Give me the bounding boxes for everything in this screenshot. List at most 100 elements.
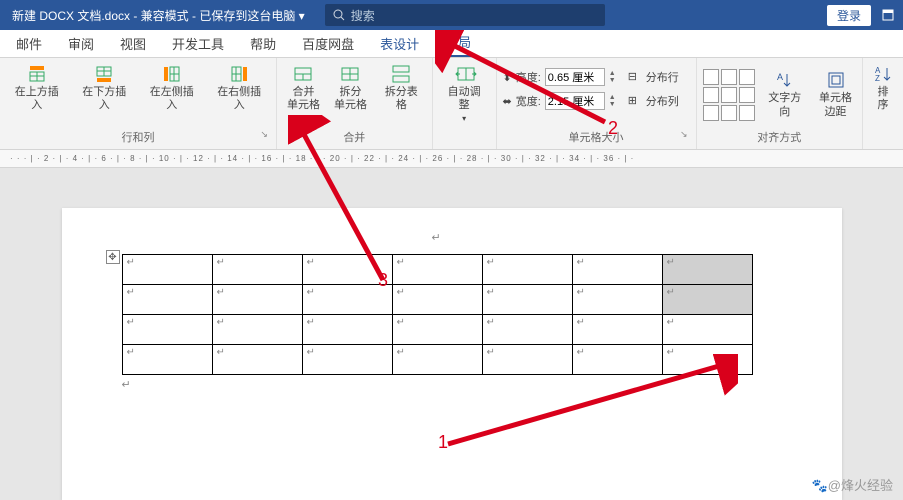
alignment-grid [703, 69, 755, 121]
paragraph-mark: ↵ [122, 379, 131, 391]
distribute-cols-button[interactable]: ⊞分布列 [626, 92, 681, 110]
table-cell[interactable]: ↵ [572, 345, 662, 375]
insert-right-icon [229, 64, 249, 84]
table-cell[interactable]: ↵ [212, 255, 302, 285]
annotation-number-2: 2 [608, 118, 618, 139]
width-icon: ⬌ [503, 95, 512, 108]
table-cell[interactable]: ↵ [122, 315, 212, 345]
table-cell[interactable]: ↵ [392, 255, 482, 285]
align-mc[interactable] [721, 87, 737, 103]
align-tr[interactable] [739, 69, 755, 85]
table-cell-selected[interactable]: ↵ [662, 255, 752, 285]
ribbon: 在上方插入 在下方插入 在左侧插入 在右侧插入 行和列↘ 合并 单元格 [0, 58, 903, 150]
svg-text:A: A [777, 72, 783, 82]
table-cell[interactable]: ↵ [122, 345, 212, 375]
login-button[interactable]: 登录 [827, 5, 871, 26]
horizontal-ruler[interactable]: · · · | · 2 · | · 4 · | · 6 · | · 8 · | … [0, 150, 903, 168]
table-cell[interactable]: ↵ [572, 255, 662, 285]
row-height-spinner[interactable]: ⬍ 高度: ▲▼ [503, 68, 616, 86]
search-placeholder: 搜索 [351, 7, 375, 24]
annotation-number-1: 1 [438, 432, 448, 453]
search-icon [333, 9, 345, 21]
group-merge: 合并 单元格 拆分 单元格 拆分表格 合并 [277, 58, 433, 149]
table-row: ↵↵↵↵↵↵↵ [122, 345, 752, 375]
distribute-cols-icon: ⊞ [628, 94, 642, 108]
sort-button[interactable]: AZ 排 序 [869, 62, 897, 114]
tab-review[interactable]: 审阅 [62, 30, 100, 57]
col-width-spinner[interactable]: ⬌ 宽度: ▲▼ [503, 92, 616, 110]
split-table-icon [391, 64, 411, 84]
split-cells-button[interactable]: 拆分 单元格 [330, 62, 371, 114]
align-ml[interactable] [703, 87, 719, 103]
table-cell[interactable]: ↵ [482, 255, 572, 285]
document-page[interactable]: ↵ ✥ ↵↵↵↵↵↵↵ ↵↵↵↵↵↵↵ ↵↵↵↵↵↵↵ ↵↵↵↵↵↵↵ ↵ [62, 208, 842, 500]
split-cells-icon [340, 64, 360, 84]
group-cell-size: ⬍ 高度: ▲▼ ⊟分布行 ⬌ 宽度: ▲▼ ⊞分布列 单元格大小↘ [497, 58, 697, 149]
split-table-button[interactable]: 拆分表格 [377, 62, 426, 114]
tab-help[interactable]: 帮助 [244, 30, 282, 57]
sort-icon: AZ [873, 64, 893, 84]
insert-above-button[interactable]: 在上方插入 [6, 62, 67, 114]
table-cell[interactable]: ↵ [122, 285, 212, 315]
merge-cells-icon [293, 64, 313, 84]
merge-cells-button[interactable]: 合并 单元格 [283, 62, 324, 114]
table-cell[interactable]: ↵ [302, 315, 392, 345]
insert-above-icon [27, 64, 47, 84]
tab-mail[interactable]: 邮件 [10, 30, 48, 57]
table-move-handle[interactable]: ✥ [106, 250, 120, 264]
table-cell[interactable]: ↵ [212, 345, 302, 375]
table-cell[interactable]: ↵ [302, 345, 392, 375]
height-icon: ⬍ [503, 71, 512, 84]
ribbon-options-icon[interactable] [881, 8, 895, 22]
align-mr[interactable] [739, 87, 755, 103]
document-title[interactable]: 新建 DOCX 文档.docx - 兼容模式 - 已保存到这台电脑 ▾ [0, 7, 305, 24]
col-width-input[interactable] [545, 92, 605, 110]
insert-right-button[interactable]: 在右侧插入 [208, 62, 269, 114]
cell-margins-icon [826, 70, 846, 90]
row-height-input[interactable] [545, 68, 605, 86]
document-table[interactable]: ↵↵↵↵↵↵↵ ↵↵↵↵↵↵↵ ↵↵↵↵↵↵↵ ↵↵↵↵↵↵↵ [122, 254, 753, 375]
align-tl[interactable] [703, 69, 719, 85]
align-tc[interactable] [721, 69, 737, 85]
table-cell[interactable]: ↵ [212, 315, 302, 345]
insert-left-button[interactable]: 在左侧插入 [141, 62, 202, 114]
text-direction-button[interactable]: A 文字方向 [761, 68, 809, 120]
table-row: ↵↵↵↵↵↵↵ [122, 315, 752, 345]
table-cell[interactable]: ↵ [212, 285, 302, 315]
table-cell[interactable]: ↵ [662, 345, 752, 375]
insert-below-button[interactable]: 在下方插入 [73, 62, 134, 114]
distribute-rows-button[interactable]: ⊟分布行 [626, 68, 681, 86]
titlebar: 新建 DOCX 文档.docx - 兼容模式 - 已保存到这台电脑 ▾ 搜索 登… [0, 0, 903, 30]
tab-baidu[interactable]: 百度网盘 [296, 30, 360, 57]
table-cell[interactable]: ↵ [482, 285, 572, 315]
rows-cols-launcher[interactable]: ↘ [260, 129, 268, 140]
text-direction-icon: A [775, 70, 795, 90]
table-cell-selected[interactable]: ↵ [662, 285, 752, 315]
table-row: ↵↵↵↵↵↵↵ [122, 255, 752, 285]
align-br[interactable] [739, 105, 755, 121]
search-box[interactable]: 搜索 [325, 4, 605, 26]
autofit-icon [454, 64, 474, 84]
tab-table-design[interactable]: 表设计 [374, 30, 425, 57]
tab-layout[interactable]: 布局 [439, 28, 477, 57]
paragraph-mark: ↵ [432, 232, 441, 244]
cell-size-launcher[interactable]: ↘ [680, 129, 688, 140]
table-cell[interactable]: ↵ [572, 315, 662, 345]
align-bc[interactable] [721, 105, 737, 121]
table-cell[interactable]: ↵ [662, 315, 752, 345]
watermark: 🐾@烽火经验 [812, 475, 893, 494]
group-alignment: A 文字方向 单元格 边距 对齐方式 [697, 58, 863, 149]
table-cell[interactable]: ↵ [392, 345, 482, 375]
table-cell[interactable]: ↵ [482, 315, 572, 345]
table-cell[interactable]: ↵ [572, 285, 662, 315]
tab-developer[interactable]: 开发工具 [166, 30, 230, 57]
table-cell[interactable]: ↵ [122, 255, 212, 285]
tab-view[interactable]: 视图 [114, 30, 152, 57]
autofit-button[interactable]: 自动调整 ▾ [439, 62, 490, 126]
align-bl[interactable] [703, 105, 719, 121]
table-cell[interactable]: ↵ [392, 285, 482, 315]
cell-margins-button[interactable]: 单元格 边距 [815, 68, 856, 120]
table-cell[interactable]: ↵ [482, 345, 572, 375]
table-cell[interactable]: ↵ [392, 315, 482, 345]
insert-left-icon [162, 64, 182, 84]
